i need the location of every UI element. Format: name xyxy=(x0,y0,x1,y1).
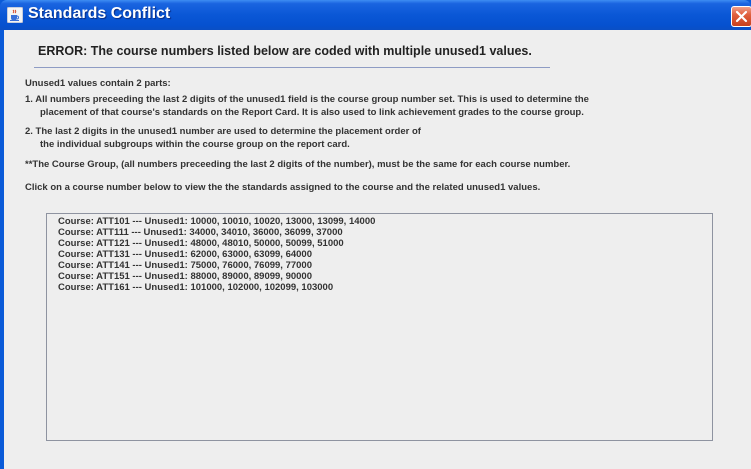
point-1-line-2: placement of that course's standards on … xyxy=(40,107,584,118)
dialog-content: ERROR: The course numbers listed below a… xyxy=(4,30,751,469)
java-cup-icon xyxy=(6,6,24,24)
standards-conflict-window: Standards Conflict ERROR: The course num… xyxy=(0,0,751,469)
course-group-note: **The Course Group, (all numbers preceed… xyxy=(25,159,571,170)
point-1-line-1: 1. All numbers preceeding the last 2 dig… xyxy=(25,94,589,105)
course-list-item[interactable]: Course: ATT151 --- Unused1: 88000, 89000… xyxy=(58,271,375,282)
course-list-item[interactable]: Course: ATT111 --- Unused1: 34000, 34010… xyxy=(58,227,375,238)
point-2-line-1: 2. The last 2 digits in the unused1 numb… xyxy=(25,126,421,137)
heading-divider xyxy=(34,67,550,68)
intro-text: Unused1 values contain 2 parts: xyxy=(25,78,171,89)
instruction-text: Click on a course number below to view t… xyxy=(25,182,541,193)
point-2-line-2: the individual subgroups within the cour… xyxy=(40,139,350,150)
close-button[interactable] xyxy=(731,6,751,27)
title-bar[interactable]: Standards Conflict xyxy=(0,0,751,30)
error-heading: ERROR: The course numbers listed below a… xyxy=(38,44,532,58)
window-title: Standards Conflict xyxy=(28,5,171,22)
course-list-item[interactable]: Course: ATT131 --- Unused1: 62000, 63000… xyxy=(58,249,375,260)
course-list: Course: ATT101 --- Unused1: 10000, 10010… xyxy=(58,216,375,293)
course-list-panel[interactable]: Course: ATT101 --- Unused1: 10000, 10010… xyxy=(46,213,713,441)
course-list-item[interactable]: Course: ATT121 --- Unused1: 48000, 48010… xyxy=(58,238,375,249)
course-list-item[interactable]: Course: ATT101 --- Unused1: 10000, 10010… xyxy=(58,216,375,227)
course-list-item[interactable]: Course: ATT141 --- Unused1: 75000, 76000… xyxy=(58,260,375,271)
course-list-item[interactable]: Course: ATT161 --- Unused1: 101000, 1020… xyxy=(58,282,375,293)
